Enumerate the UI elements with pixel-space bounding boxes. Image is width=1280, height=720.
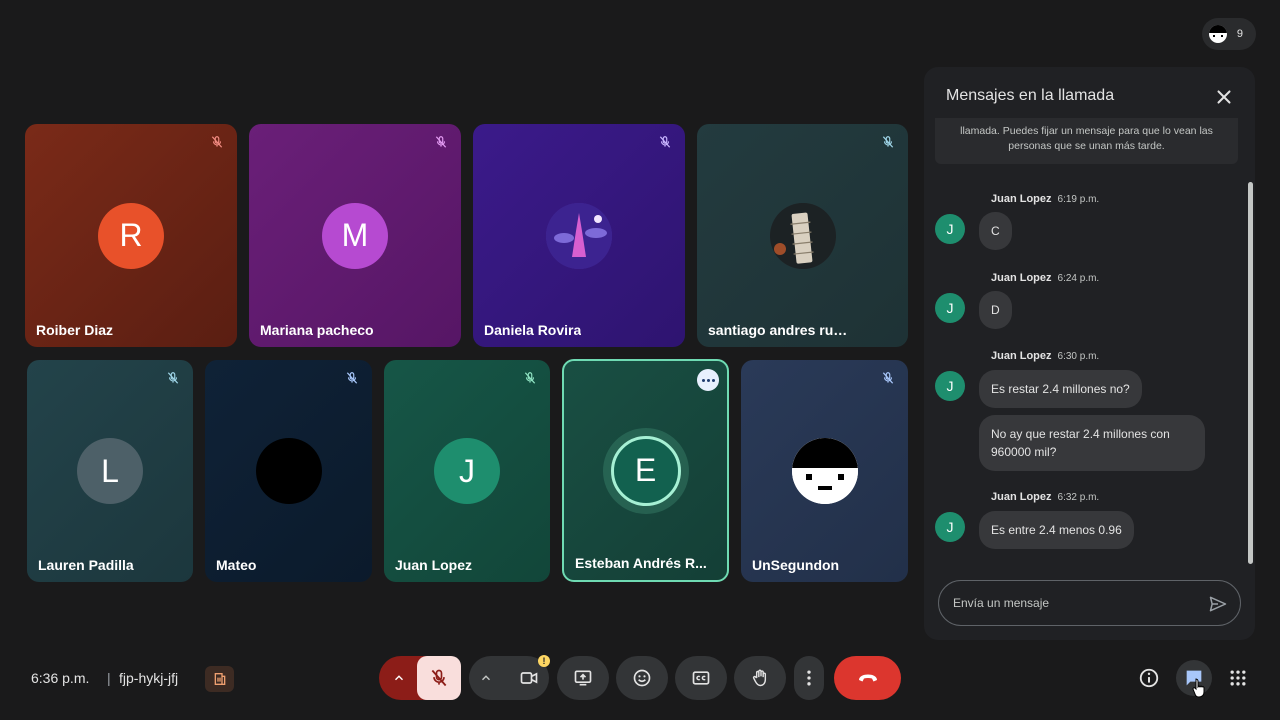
avatar: L (77, 438, 143, 504)
participant-name: Esteban Andrés R... (575, 555, 707, 571)
avatar: E (610, 435, 681, 506)
message-header: Juan Lopez 6:32 p.m. (991, 491, 1100, 503)
participant-name: Daniela Rovira (484, 322, 582, 338)
participant-name: Roiber Diaz (36, 322, 114, 338)
participant-tile[interactable]: J Juan Lopez (384, 360, 550, 582)
eiffel-tower-icon (546, 202, 612, 269)
participant-tile[interactable]: santiago andres rueda (697, 124, 908, 347)
chat-message: Es restar 2.4 millones no? (979, 370, 1142, 408)
participant-name: santiago andres rueda (708, 322, 848, 338)
avatar-image (769, 202, 836, 269)
avatar: J (434, 438, 500, 504)
video-options-button[interactable] (469, 656, 549, 700)
participant-tile[interactable]: L Lauren Padilla (27, 360, 193, 582)
participant-tile[interactable]: M Mariana pacheco (249, 124, 461, 347)
captions-button[interactable] (675, 656, 727, 700)
mic-off-icon (879, 133, 897, 151)
participant-tile[interactable]: Mateo (205, 360, 372, 582)
phone-end-icon (858, 674, 877, 682)
message-input[interactable] (953, 593, 1193, 613)
panel-title: Mensajes en la llamada (946, 87, 1115, 104)
pixel-face-icon (791, 438, 858, 504)
participant-tile-speaking[interactable]: E Esteban Andrés R... (562, 359, 729, 582)
participants-count: 9 (1236, 28, 1243, 40)
host-controls-icon[interactable] (205, 666, 234, 692)
mic-off-icon (656, 133, 674, 151)
participants-button[interactable]: 9 (1202, 18, 1256, 50)
participant-tile[interactable]: UnSegundon (741, 360, 908, 582)
send-icon[interactable] (1208, 594, 1228, 614)
warning-badge: ! (538, 655, 550, 667)
current-time: 6:36 p.m. (31, 670, 90, 686)
activities-button[interactable] (1226, 666, 1250, 690)
mic-off-icon (343, 369, 361, 387)
more-options-icon[interactable] (697, 369, 719, 391)
camera-icon (520, 672, 538, 684)
hand-icon (752, 669, 767, 687)
mic-off-icon (521, 369, 539, 387)
emoji-icon (633, 669, 651, 687)
leave-call-button[interactable] (834, 656, 901, 700)
mic-off-icon (879, 369, 897, 387)
apps-grid-icon (1230, 670, 1246, 686)
avatar-image (791, 438, 858, 504)
chat-message: C (979, 212, 1012, 250)
present-icon (574, 670, 592, 686)
leaning-tower-icon (769, 202, 836, 269)
avatar (255, 438, 322, 504)
captions-icon (692, 671, 710, 685)
avatar-image (546, 202, 612, 269)
mic-off-icon (431, 669, 447, 687)
avatar: J (935, 371, 965, 401)
more-vert-icon (807, 670, 811, 686)
avatar: R (98, 202, 164, 269)
message-header: Juan Lopez 6:19 p.m. (991, 193, 1100, 205)
message-header: Juan Lopez 6:24 p.m. (991, 272, 1100, 284)
chevron-up-icon (482, 675, 490, 681)
chevron-up-icon (395, 675, 403, 681)
message-input-container (938, 580, 1241, 626)
chat-info-text: llamada. Puedes fijar un mensaje para qu… (935, 118, 1238, 164)
participant-name: Lauren Padilla (38, 557, 134, 573)
present-button[interactable] (557, 656, 609, 700)
chat-scrollbar[interactable] (1248, 182, 1253, 564)
raise-hand-button[interactable] (734, 656, 786, 700)
meeting-info-button[interactable] (1137, 666, 1161, 690)
chat-message: No ay que restar 2.4 millones con 960000… (979, 415, 1205, 471)
mic-toggle-button[interactable] (417, 656, 461, 700)
more-options-button[interactable] (794, 656, 824, 700)
participant-name: Juan Lopez (395, 557, 473, 573)
participant-tile[interactable]: R Roiber Diaz (25, 124, 237, 347)
avatar: J (935, 512, 965, 542)
mouse-cursor-icon (1192, 678, 1208, 698)
info-icon (1139, 668, 1159, 688)
avatar: M (322, 202, 388, 269)
avatar: J (935, 214, 965, 244)
reactions-button[interactable] (616, 656, 668, 700)
participant-name: Mariana pacheco (260, 322, 374, 338)
mic-off-icon (432, 133, 450, 151)
participant-name: UnSegundon (752, 557, 840, 573)
participant-name: Mateo (216, 557, 257, 573)
avatar: J (935, 293, 965, 323)
participant-tile[interactable]: Daniela Rovira (473, 124, 685, 347)
mic-off-icon (164, 369, 182, 387)
meet-stage: R Roiber Diaz M Mariana pacheco Daniela … (0, 0, 1280, 720)
avatar (1209, 25, 1227, 43)
chat-message: Es entre 2.4 menos 0.96 (979, 511, 1134, 549)
close-icon[interactable] (1213, 86, 1235, 108)
mic-off-icon (208, 133, 226, 151)
meeting-code: fjp-hykj-jfj (119, 670, 179, 686)
chat-message: D (979, 291, 1012, 329)
separator: | (107, 670, 111, 686)
message-header: Juan Lopez 6:30 p.m. (991, 350, 1100, 362)
